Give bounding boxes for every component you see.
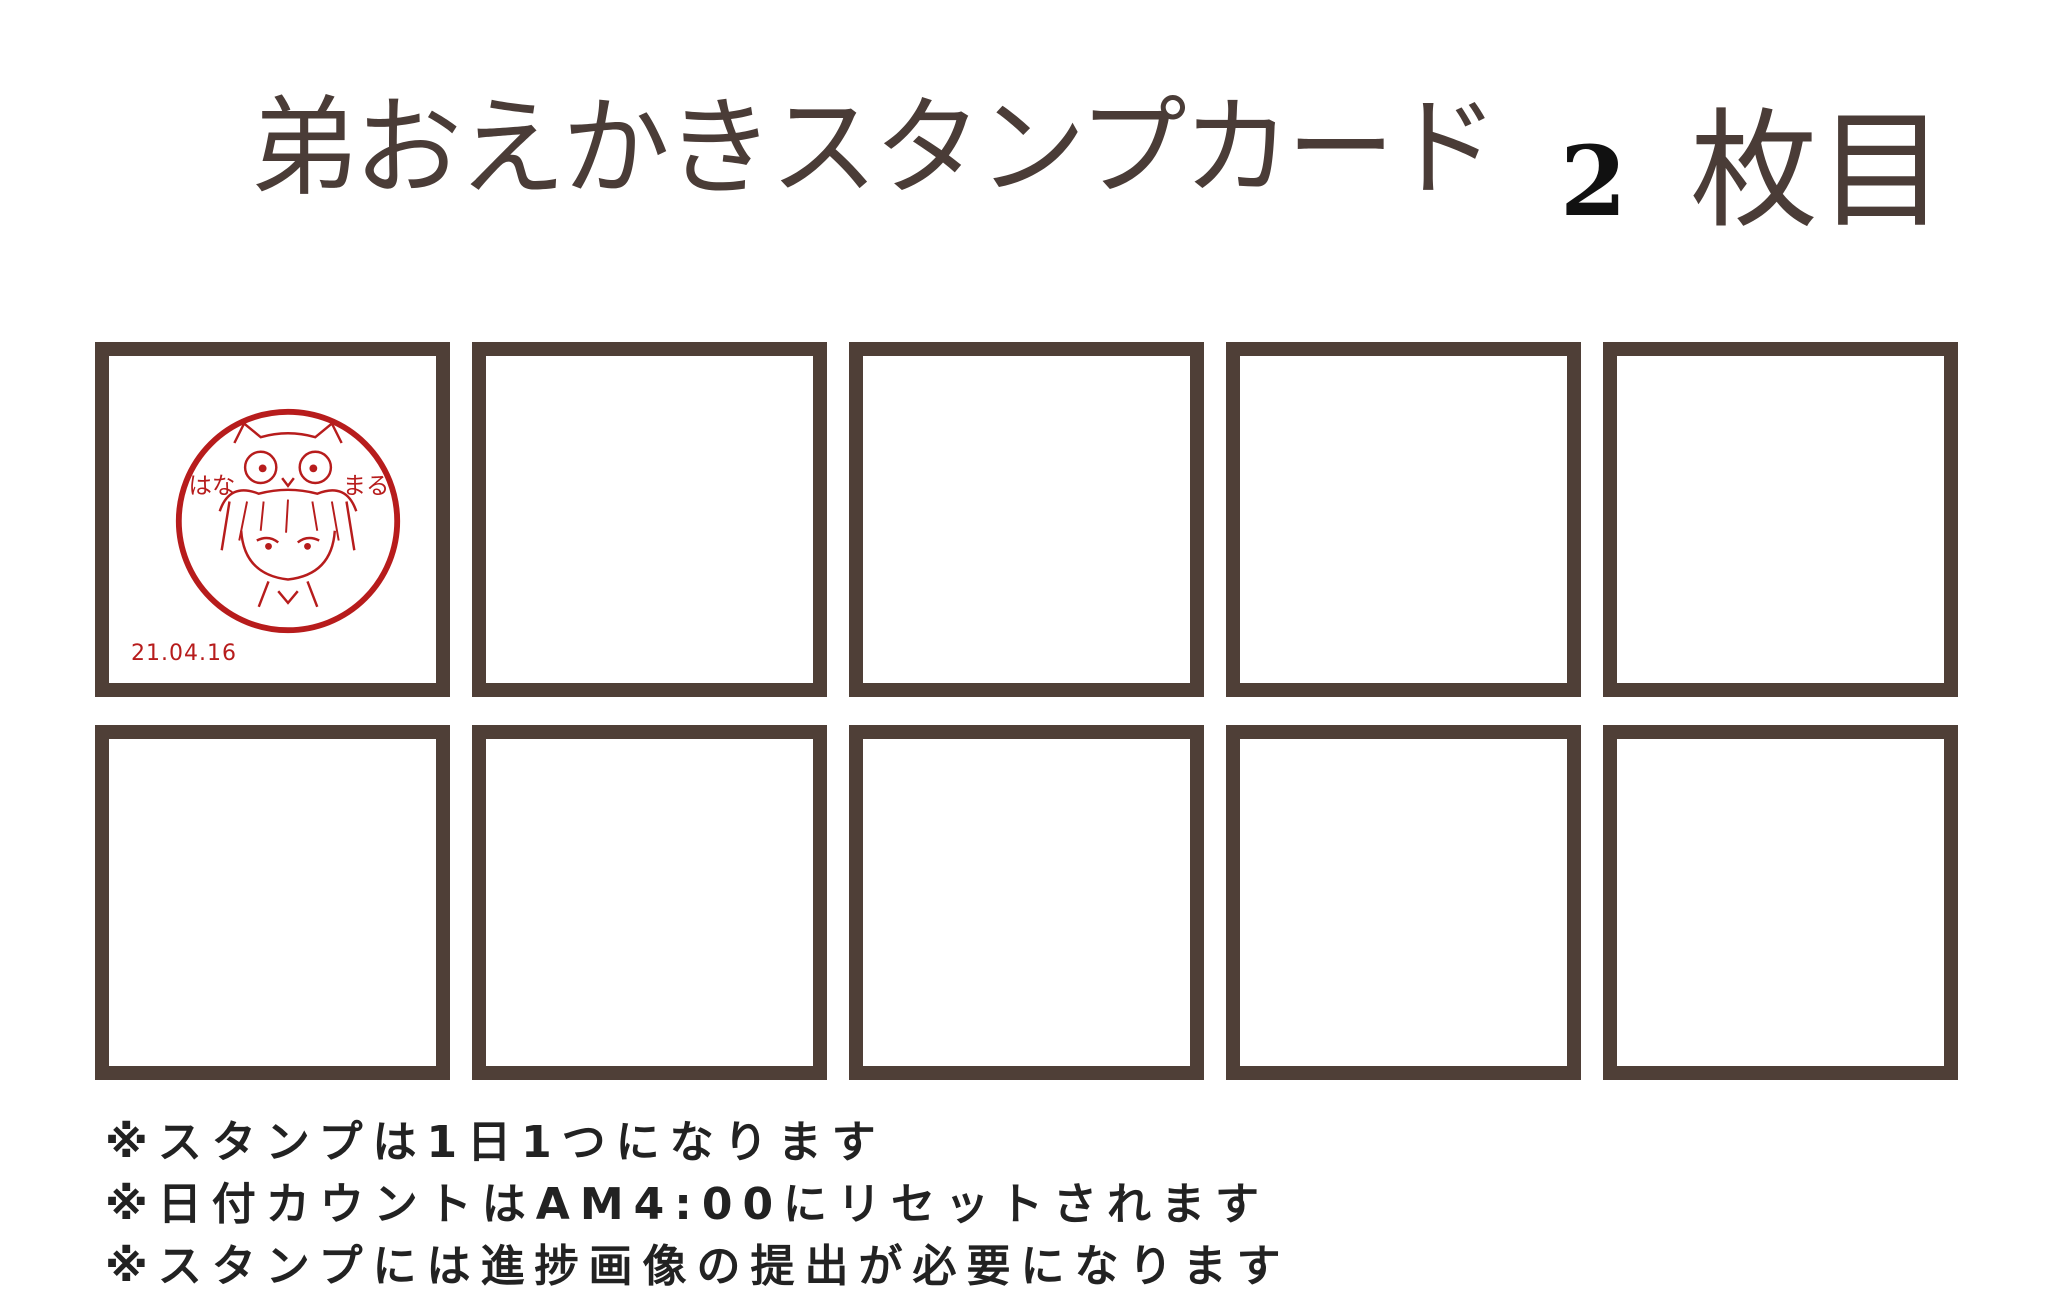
stamp-date: 21.04.16 <box>131 641 237 666</box>
stamp-label-right: まる <box>343 472 390 500</box>
page-title: 弟おえかきスタンプカード <box>250 86 1499 211</box>
note-item: ※日付カウントはAM4:00にリセットされます <box>105 1179 1270 1230</box>
card-number: 2 <box>1560 125 1627 238</box>
stamp-label-left: はな <box>189 472 236 500</box>
card-count: 2 枚目 <box>1560 108 1946 236</box>
stamp-slot-6 <box>95 725 450 1080</box>
stamp-grid: はな まる 21.04.16 <box>95 342 1959 1080</box>
stamp-slot-9 <box>1226 725 1581 1080</box>
hanamaru-stamp-icon: はな まる <box>175 408 401 634</box>
stamp-slot-1: はな まる 21.04.16 <box>95 342 450 697</box>
stamp-slot-5 <box>1603 342 1958 697</box>
stamp-slot-2 <box>472 342 827 697</box>
note-item: ※スタンプは1日1つになります <box>105 1117 886 1168</box>
notes-list: ※スタンプは1日1つになります ※日付カウントはAM4:00にリセットされます … <box>105 1112 1290 1298</box>
card-number-suffix: 枚目 <box>1689 97 1946 246</box>
stamp-slot-10 <box>1603 725 1958 1080</box>
stamp-slot-7 <box>472 725 827 1080</box>
note-item: ※スタンプには進捗画像の提出が必要になります <box>105 1241 1291 1292</box>
stamp-slot-8 <box>849 725 1204 1080</box>
stamp-slot-3 <box>849 342 1204 697</box>
stamp-slot-4 <box>1226 342 1581 697</box>
